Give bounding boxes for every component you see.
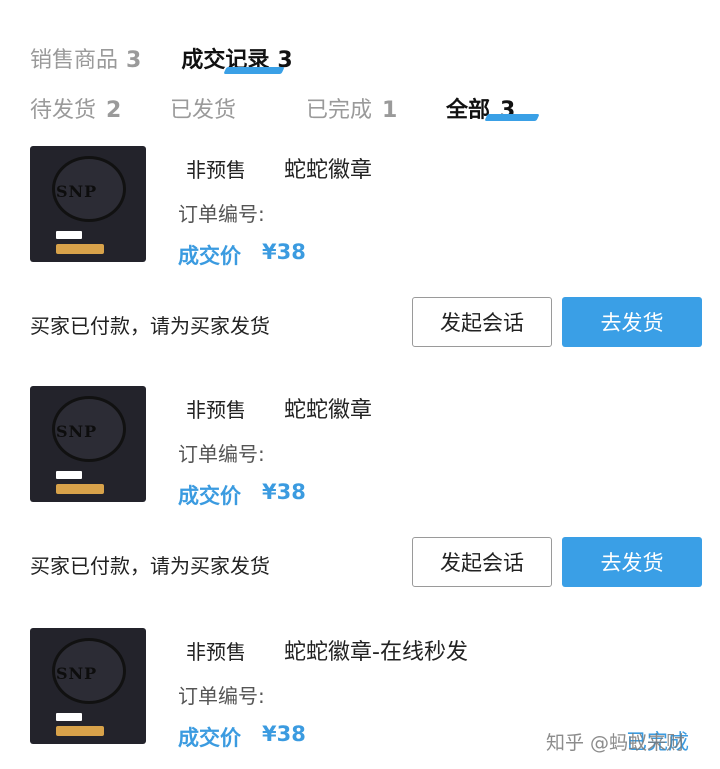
product-title[interactable]: 蛇蛇徽章 xyxy=(284,152,372,184)
presale-label: 非预售 xyxy=(186,640,246,664)
tab-to-ship-label: 待发货 xyxy=(30,98,97,123)
badge-emblem-mark: SNP xyxy=(56,422,98,441)
snake-badge-image[interactable]: SNP xyxy=(30,628,146,744)
snake-badge-image[interactable]: SNP xyxy=(30,386,146,502)
snake-badge-image[interactable]: SNP xyxy=(30,146,146,262)
watermark: 知乎 @蚂蚁来财 xyxy=(546,732,686,754)
tab-to-ship[interactable]: 待发货 2 xyxy=(30,92,121,124)
tab-products-count: 3 xyxy=(126,48,142,73)
order-status: 买家已付款，请为买家发货 xyxy=(30,554,270,578)
thumb-tag xyxy=(56,244,104,254)
tab-deals[interactable]: 成交记录 3 xyxy=(181,42,293,74)
deal-price-label: 成交价 xyxy=(178,484,241,508)
tab-completed[interactable]: 已完成 1 xyxy=(306,92,397,124)
order-card: SNP 非预售 蛇蛇徽章 订单编号: 成交价 ¥38 买家已付款，请为买家发货 … xyxy=(0,386,720,596)
presale-label: 非预售 xyxy=(186,158,246,182)
thumb-tag xyxy=(56,231,82,239)
deal-price: ¥38 xyxy=(262,240,306,264)
deal-price-label: 成交价 xyxy=(178,244,241,268)
thumb-tag xyxy=(56,726,104,736)
order-status: 买家已付款，请为买家发货 xyxy=(30,314,270,338)
deal-price: ¥38 xyxy=(262,722,306,746)
thumb-tag xyxy=(56,484,104,494)
status-tabs: 待发货 2 已发货 已完成 1 全部 3 xyxy=(30,92,570,128)
tab-all[interactable]: 全部 3 xyxy=(446,92,540,124)
ship-button[interactable]: 去发货 xyxy=(562,297,702,347)
deal-price-label: 成交价 xyxy=(178,726,241,750)
deal-price: ¥38 xyxy=(262,480,306,504)
start-chat-button[interactable]: 发起会话 xyxy=(412,537,552,587)
tab-shipped-label: 已发货 xyxy=(170,98,237,123)
top-tabs: 销售商品 3 成交记录 3 xyxy=(30,40,293,76)
tab-to-ship-count: 2 xyxy=(106,98,122,123)
order-number-label: 订单编号: xyxy=(178,202,265,226)
order-card: SNP 非预售 蛇蛇徽章 订单编号: 成交价 ¥38 买家已付款，请为买家发货 … xyxy=(0,146,720,356)
product-title[interactable]: 蛇蛇徽章-在线秒发 xyxy=(284,634,468,666)
badge-emblem-mark: SNP xyxy=(56,664,98,683)
badge-emblem-mark: SNP xyxy=(56,182,98,201)
start-chat-button[interactable]: 发起会话 xyxy=(412,297,552,347)
tab-products[interactable]: 销售商品 3 xyxy=(30,42,141,74)
tab-completed-label: 已完成 xyxy=(306,98,373,123)
product-title[interactable]: 蛇蛇徽章 xyxy=(284,392,372,424)
tab-all-label: 全部 xyxy=(446,98,491,123)
thumb-tag xyxy=(56,471,82,479)
active-subtab-indicator xyxy=(484,114,540,121)
tab-completed-count: 1 xyxy=(382,98,398,123)
order-number-label: 订单编号: xyxy=(178,684,265,708)
tab-products-label: 销售商品 xyxy=(30,48,119,73)
active-tab-indicator xyxy=(223,67,285,74)
tab-shipped[interactable]: 已发货 xyxy=(170,92,236,124)
ship-button[interactable]: 去发货 xyxy=(562,537,702,587)
thumb-tag xyxy=(56,713,82,721)
order-number-label: 订单编号: xyxy=(178,442,265,466)
presale-label: 非预售 xyxy=(186,398,246,422)
